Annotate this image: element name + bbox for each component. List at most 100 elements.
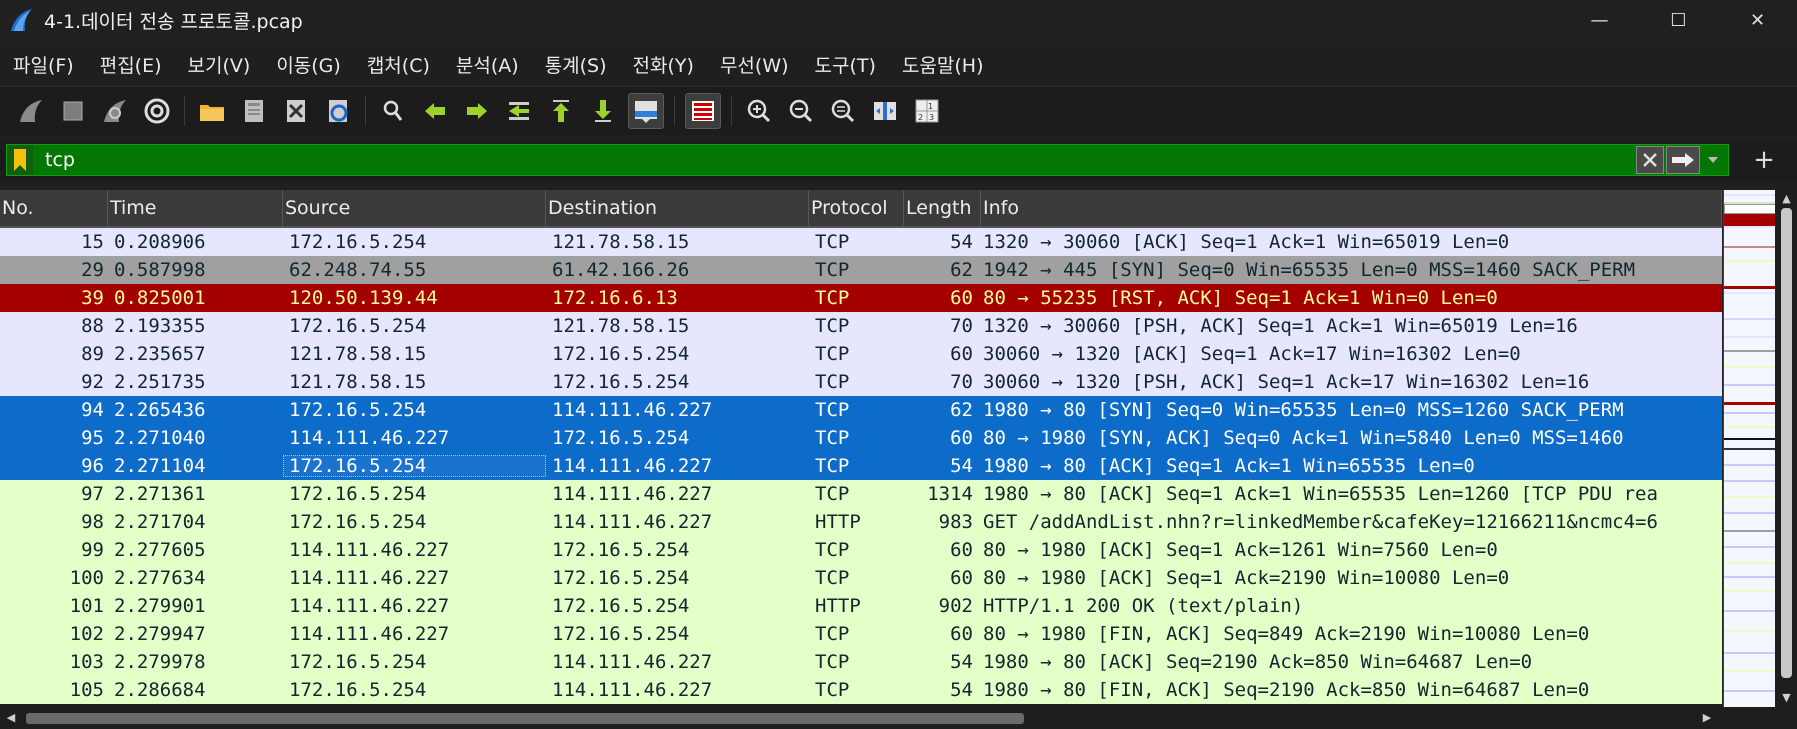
menu-tools[interactable]: 도구(T) [802, 51, 889, 78]
vertical-scrollbar[interactable]: ▲ ▼ [1776, 190, 1797, 707]
packet-row[interactable]: 92 2.251735 121.78.58.15 172.16.5.254 TCP 70 3… [0, 368, 1722, 396]
packet-cell-destination: 114.111.46.227 [552, 679, 713, 701]
colorize-icon[interactable] [685, 93, 721, 129]
menu-go[interactable]: 이동(G) [263, 51, 354, 78]
horizontal-scrollbar[interactable]: ◀ ▶ [0, 707, 1722, 729]
menu-help[interactable]: 도움말(H) [889, 51, 997, 78]
packet-row[interactable]: 96 2.271104 172.16.5.254 114.111.46.227 TCP 5… [0, 452, 1722, 480]
stop-capture-icon[interactable] [56, 94, 90, 128]
packet-row[interactable]: 94 2.265436 172.16.5.254 114.111.46.227 TCP 6… [0, 396, 1722, 424]
close-icon: ✕ [1749, 9, 1766, 31]
start-capture-icon[interactable] [14, 94, 48, 128]
vertical-scroll-thumb[interactable] [1781, 208, 1792, 678]
column-header-length[interactable]: Length [904, 190, 981, 226]
column-header-info[interactable]: Info [981, 190, 1722, 226]
column-header-destination[interactable]: Destination [546, 190, 809, 226]
menu-file[interactable]: 파일(F) [0, 51, 87, 78]
packet-cell-source: 172.16.5.254 [289, 399, 427, 421]
packet-row[interactable]: 99 2.277605 114.111.46.227 172.16.5.254 TCP 6… [0, 536, 1722, 564]
packet-cell-no: 29 [81, 259, 104, 281]
scroll-up-icon[interactable]: ▲ [1780, 192, 1793, 206]
packet-cell-time: 2.277605 [114, 539, 206, 561]
packet-cell-info: 1320 → 30060 [PSH, ACK] Seq=1 Ack=1 Win=… [983, 315, 1578, 337]
scroll-right-icon[interactable]: ▶ [1700, 711, 1714, 725]
autoscroll-icon[interactable] [628, 93, 664, 129]
find-packet-icon[interactable] [376, 94, 410, 128]
packet-row[interactable]: 103 2.279978 172.16.5.254 114.111.46.227 TCP… [0, 648, 1722, 676]
menu-analyze[interactable]: 분석(A) [443, 51, 532, 78]
packet-row[interactable]: 100 2.277634 114.111.46.227 172.16.5.254 TCP… [0, 564, 1722, 592]
menu-edit[interactable]: 편집(E) [87, 51, 175, 78]
filter-bookmark-icon[interactable] [7, 145, 33, 175]
display-filter-input[interactable] [43, 148, 1597, 172]
column-header-time[interactable]: Time [108, 190, 283, 226]
restart-capture-icon[interactable] [98, 94, 132, 128]
column-header-no[interactable]: No. [0, 190, 108, 226]
packet-cell-length: 60 [950, 287, 973, 309]
zoom-out-icon[interactable] [784, 94, 818, 128]
packet-row[interactable]: 88 2.193355 172.16.5.254 121.78.58.15 TCP 70 1… [0, 312, 1722, 340]
packet-row[interactable]: 102 2.279947 114.111.46.227 172.16.5.254 TCP… [0, 620, 1722, 648]
packet-row[interactable]: 97 2.271361 172.16.5.254 114.111.46.227 TCP 1… [0, 480, 1722, 508]
reload-file-icon[interactable] [321, 94, 355, 128]
go-forward-icon[interactable] [460, 94, 494, 128]
menu-telephony[interactable]: 전화(Y) [620, 51, 707, 78]
packet-cell-no: 95 [81, 427, 104, 449]
menu-wireless[interactable]: 무선(W) [707, 51, 802, 78]
packet-row[interactable]: 15 0.208906 172.16.5.254 121.78.58.15 TCP 54 1… [0, 228, 1722, 256]
save-file-icon[interactable] [237, 94, 271, 128]
packet-cell-length: 902 [938, 595, 973, 617]
column-header-source[interactable]: Source [283, 190, 546, 226]
minimize-button[interactable]: — [1560, 0, 1639, 40]
zoom-in-icon[interactable] [742, 94, 776, 128]
maximize-icon: ☐ [1670, 9, 1687, 31]
capture-options-icon[interactable] [140, 94, 174, 128]
go-first-icon[interactable] [544, 94, 578, 128]
expand-subtrees-icon[interactable]: 123 [910, 94, 944, 128]
add-filter-button[interactable]: + [1748, 144, 1780, 176]
scroll-left-icon[interactable]: ◀ [4, 711, 18, 725]
menu-bar: 파일(F) 편집(E) 보기(V) 이동(G) 캡처(C) 분석(A) 통계(S… [0, 44, 1797, 84]
packet-minimap[interactable] [1723, 190, 1775, 707]
packet-cell-source: 172.16.5.254 [283, 455, 546, 477]
packet-row[interactable]: 105 2.286684 172.16.5.254 114.111.46.227 TCP… [0, 676, 1722, 704]
packet-cell-no: 15 [81, 231, 104, 253]
packet-cell-no: 100 [69, 567, 104, 589]
clear-filter-icon[interactable] [1636, 146, 1664, 174]
close-file-icon[interactable] [279, 94, 313, 128]
go-to-packet-icon[interactable] [502, 94, 536, 128]
zoom-normal-icon[interactable] [826, 94, 860, 128]
menu-view[interactable]: 보기(V) [175, 51, 264, 78]
apply-filter-icon[interactable] [1666, 146, 1700, 174]
menu-statistics[interactable]: 통계(S) [532, 51, 620, 78]
svg-text:2: 2 [918, 113, 923, 122]
go-back-icon[interactable] [418, 94, 452, 128]
packet-cell-length: 60 [950, 427, 973, 449]
packet-row[interactable]: 95 2.271040 114.111.46.227 172.16.5.254 TCP 6… [0, 424, 1722, 452]
packet-row[interactable]: 29 0.587998 62.248.74.55 61.42.166.26 TCP 62 1… [0, 256, 1722, 284]
packet-row[interactable]: 101 2.279901 114.111.46.227 172.16.5.254 HTT… [0, 592, 1722, 620]
packet-cell-protocol: TCP [815, 231, 850, 253]
packet-cell-protocol: TCP [815, 539, 850, 561]
packet-row[interactable]: 98 2.271704 172.16.5.254 114.111.46.227 HTTP… [0, 508, 1722, 536]
filter-history-dropdown[interactable] [1702, 146, 1724, 174]
packet-cell-protocol: TCP [815, 679, 850, 701]
resize-columns-icon[interactable] [868, 94, 902, 128]
packet-cell-length: 1314 [927, 483, 973, 505]
menu-capture[interactable]: 캡처(C) [354, 51, 443, 78]
packet-cell-length: 70 [950, 315, 973, 337]
packet-cell-protocol: TCP [815, 399, 850, 421]
packet-cell-no: 105 [69, 679, 104, 701]
packet-cell-no: 97 [81, 483, 104, 505]
packet-cell-protocol: TCP [815, 259, 850, 281]
go-last-icon[interactable] [586, 94, 620, 128]
maximize-button[interactable]: ☐ [1639, 0, 1718, 40]
scroll-down-icon[interactable]: ▼ [1780, 691, 1793, 705]
packet-row[interactable]: 39 0.825001 120.50.139.44 172.16.6.13 TCP 60 8… [0, 284, 1722, 312]
column-header-protocol[interactable]: Protocol [809, 190, 904, 226]
horizontal-scroll-thumb[interactable] [26, 713, 1024, 724]
close-button[interactable]: ✕ [1718, 0, 1797, 40]
open-file-icon[interactable] [195, 94, 229, 128]
packet-row[interactable]: 89 2.235657 121.78.58.15 172.16.5.254 TCP 60 3… [0, 340, 1722, 368]
packet-cell-destination: 114.111.46.227 [552, 399, 713, 421]
